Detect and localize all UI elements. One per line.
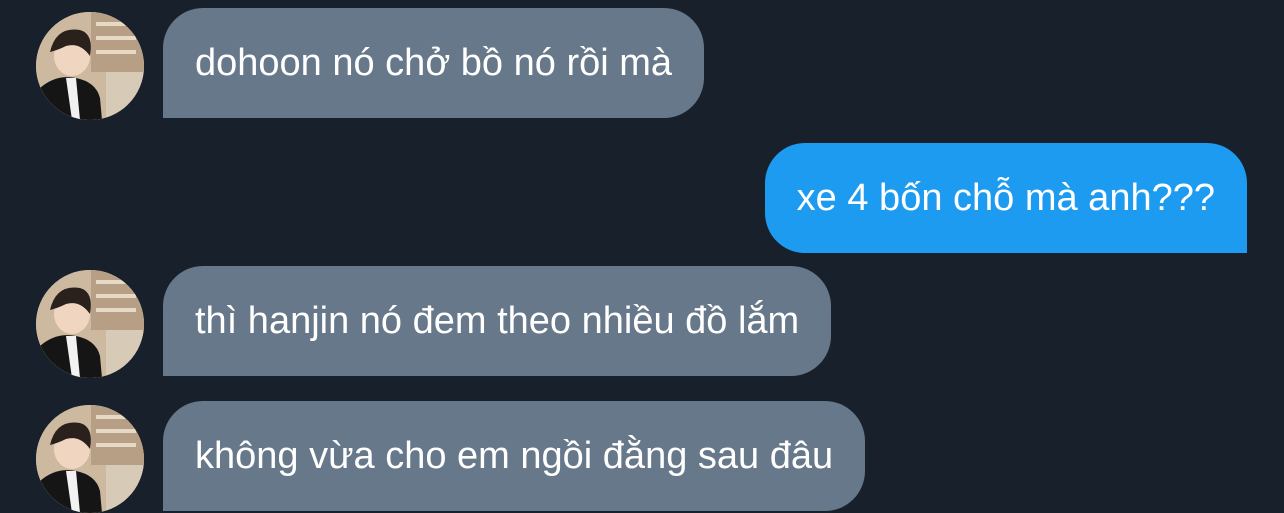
message-bubble-incoming[interactable]: dohoon nó chở bồ nó rồi mà	[163, 8, 705, 118]
sender-avatar[interactable]	[36, 270, 144, 378]
message-text: thì hanjin nó đem theo nhiều đồ lắm	[195, 299, 800, 342]
message-bubble-incoming[interactable]: thì hanjin nó đem theo nhiều đồ lắm	[163, 266, 832, 376]
sender-avatar[interactable]	[36, 12, 144, 120]
avatar-photo-icon	[36, 12, 144, 120]
sender-avatar[interactable]	[36, 405, 144, 513]
avatar-photo-icon	[36, 405, 144, 513]
avatar-photo-icon	[36, 270, 144, 378]
message-text: xe 4 bốn chỗ mà anh???	[796, 176, 1215, 219]
message-bubble-incoming[interactable]: không vừa cho em ngồi đằng sau đâu	[163, 401, 866, 511]
dm-conversation: dohoon nó chở bồ nó rồi mà xe 4 bốn chỗ …	[0, 0, 1284, 513]
message-text: không vừa cho em ngồi đằng sau đâu	[195, 434, 834, 477]
message-text: dohoon nó chở bồ nó rồi mà	[195, 41, 673, 84]
message-bubble-outgoing[interactable]: xe 4 bốn chỗ mà anh???	[764, 143, 1247, 253]
